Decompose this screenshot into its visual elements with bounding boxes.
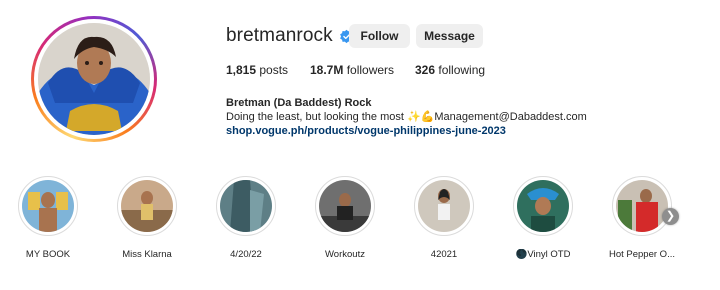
followers-label: followers: [346, 63, 395, 77]
highlight-item[interactable]: MY BOOK: [8, 176, 88, 260]
bio-text: Doing the least, but looking the most ✨💪…: [226, 111, 587, 123]
following-count: 326: [415, 63, 436, 77]
followers-count: 18.7M: [310, 63, 344, 77]
chevron-right-icon[interactable]: ❯: [662, 208, 679, 225]
highlight-label: 42021: [430, 249, 458, 260]
highlight-cover: [319, 180, 371, 232]
bio-external-link[interactable]: shop.vogue.ph/products/vogue-philippines…: [226, 125, 506, 137]
highlight-label: Miss Klarna: [122, 249, 172, 260]
highlight-item[interactable]: Workoutz: [305, 176, 385, 260]
highlight-item[interactable]: 42021: [404, 176, 484, 260]
profile-bio: Bretman (Da Baddest) Rock Doing the leas…: [226, 96, 587, 138]
profile-page: bretmanrock Follow Message 1,815 posts 1…: [0, 0, 720, 290]
follow-button[interactable]: Follow: [349, 24, 410, 48]
avatar-photo: [38, 23, 150, 135]
following-label: following: [438, 63, 486, 77]
highlight-cover: [22, 180, 74, 232]
posts-label: posts: [259, 63, 289, 77]
highlight-item[interactable]: Miss Klarna: [107, 176, 187, 260]
highlight-cover: [616, 180, 668, 232]
profile-avatar[interactable]: [31, 16, 157, 142]
highlight-cover: [418, 180, 470, 232]
highlight-label: MY BOOK: [25, 249, 71, 260]
message-button[interactable]: Message: [416, 24, 483, 48]
username-row: bretmanrock: [226, 22, 354, 50]
highlight-label: 4/20/22: [230, 249, 262, 260]
followers-stat[interactable]: 18.7M followers: [310, 63, 394, 77]
username: bretmanrock: [226, 25, 333, 46]
highlight-item[interactable]: 4/20/22: [206, 176, 286, 260]
highlight-label: Workoutz: [325, 249, 365, 260]
highlight-item[interactable]: 🌑Vinyl OTD: [503, 176, 583, 260]
highlight-cover: [517, 180, 569, 232]
highlight-label: 🌑Vinyl OTD: [515, 249, 571, 260]
bio-full-name: Bretman (Da Baddest) Rock: [226, 97, 372, 109]
following-stat[interactable]: 326 following: [415, 63, 485, 77]
posts-count: 1,815: [226, 63, 257, 77]
highlight-cover: [121, 180, 173, 232]
highlight-cover: [220, 180, 272, 232]
highlight-label: Hot Pepper O...: [608, 249, 675, 260]
posts-stat: 1,815 posts: [226, 63, 288, 77]
